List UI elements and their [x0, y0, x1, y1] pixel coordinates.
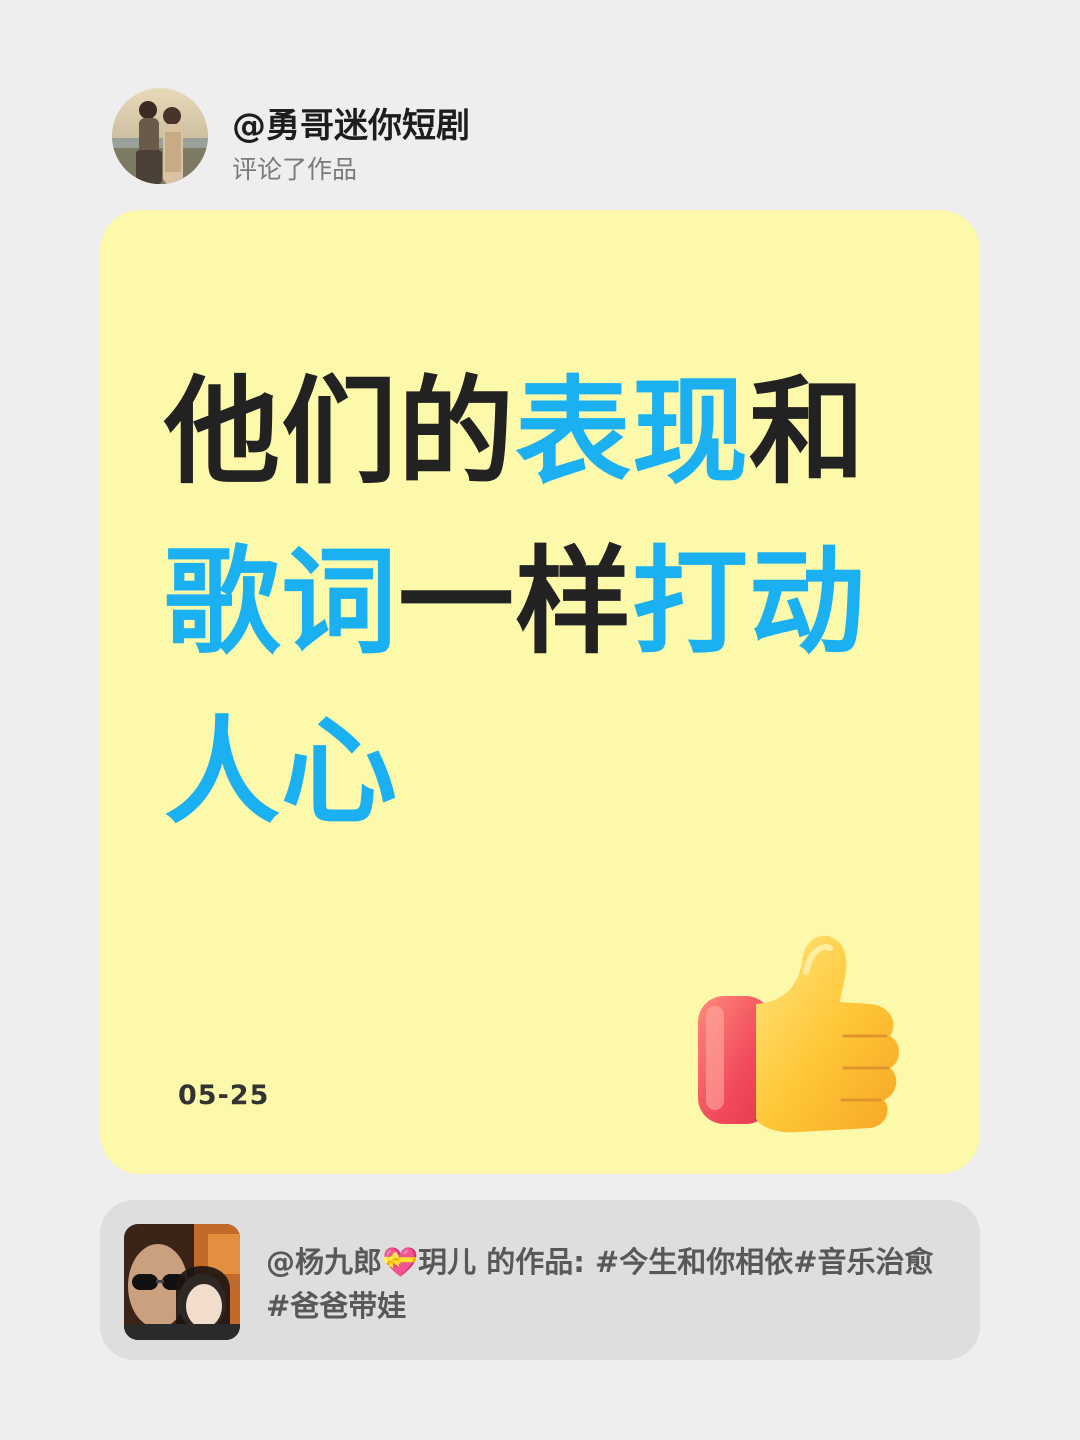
username[interactable]: @勇哥迷你短剧	[232, 98, 470, 147]
action-text: 评论了作品	[232, 155, 358, 184]
comment-headline: 他们的表现和 歌词一样打动 人心	[164, 348, 944, 858]
headline-segment-accent: 打动	[632, 535, 866, 670]
headline-line-3: 人心	[164, 705, 398, 840]
headline-segment-accent: 人心	[164, 705, 398, 840]
comment-card: 他们的表现和 歌词一样打动 人心 05-25	[100, 210, 980, 1174]
comment-header: @勇哥迷你短剧 评论了作品	[112, 88, 912, 188]
headline-segment: 和	[749, 365, 866, 500]
user-avatar[interactable]	[112, 88, 208, 184]
headline-segment: 他们的	[164, 365, 515, 500]
headline-line-2: 歌词一样打动	[164, 535, 866, 670]
source-work-card[interactable]: @杨九郎💝玥儿 的作品: #今生和你相依#音乐治愈 #爸爸带娃	[100, 1200, 980, 1360]
comment-date: 05-25	[178, 1080, 270, 1111]
headline-segment-accent: 表现	[515, 365, 749, 500]
source-thumbnail[interactable]	[124, 1224, 240, 1340]
source-description[interactable]: @杨九郎💝玥儿 的作品: #今生和你相依#音乐治愈 #爸爸带娃	[266, 1240, 946, 1328]
thumbs-up-icon	[694, 922, 910, 1142]
headline-segment-accent: 歌词	[164, 535, 398, 670]
headline-line-1: 他们的表现和	[164, 365, 866, 500]
headline-segment: 一样	[398, 535, 632, 670]
